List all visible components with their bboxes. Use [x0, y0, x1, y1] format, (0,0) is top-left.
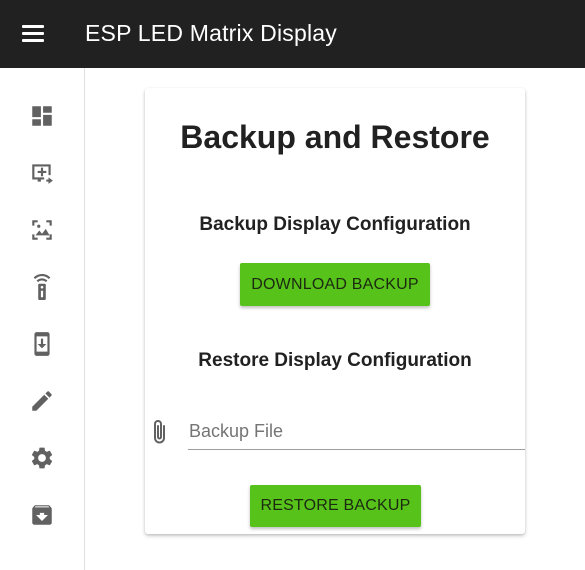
- pencil-icon[interactable]: [28, 387, 56, 415]
- app-title: ESP LED Matrix Display: [85, 20, 337, 46]
- backup-heading: Backup Display Configuration: [199, 214, 471, 235]
- paperclip-icon[interactable]: [149, 417, 171, 447]
- photo-frame-icon[interactable]: [28, 216, 56, 244]
- hamburger-menu-icon[interactable]: [22, 25, 46, 43]
- archive-icon[interactable]: [28, 501, 56, 529]
- remote-control-icon[interactable]: [28, 273, 56, 301]
- backup-file-field: [145, 412, 525, 452]
- backup-file-input[interactable]: [188, 418, 525, 450]
- dashboard-icon[interactable]: [28, 102, 56, 130]
- app-bar: ESP LED Matrix Display: [0, 0, 585, 68]
- sidebar: [0, 68, 85, 570]
- restore-backup-button[interactable]: RESTORE BACKUP: [250, 485, 421, 527]
- add-to-screen-icon[interactable]: [28, 159, 56, 187]
- restore-heading: Restore Display Configuration: [198, 350, 472, 371]
- backup-restore-card: Backup and Restore Backup Display Config…: [145, 88, 525, 534]
- download-backup-button[interactable]: DOWNLOAD BACKUP: [240, 263, 430, 306]
- gear-icon[interactable]: [28, 444, 56, 472]
- page-title: Backup and Restore: [180, 119, 490, 155]
- phone-download-icon[interactable]: [28, 330, 56, 358]
